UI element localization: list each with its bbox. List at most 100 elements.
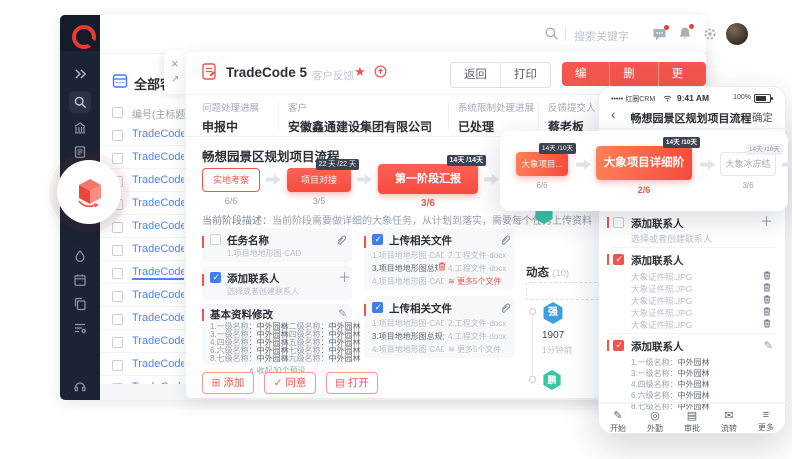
duration-badge: 14天 /10天 bbox=[746, 144, 783, 155]
row-checkbox[interactable] bbox=[112, 268, 123, 279]
delete-file-icon[interactable] bbox=[763, 319, 771, 328]
paperclip-icon[interactable] bbox=[500, 234, 510, 245]
delete-button[interactable]: 删除 bbox=[609, 62, 657, 86]
secondary-actions: 返回 打印 bbox=[450, 62, 551, 88]
search-input[interactable]: 搜索关键字 bbox=[574, 28, 629, 44]
record-link-selected[interactable]: TradeCode bbox=[132, 266, 184, 280]
open-button[interactable]: ▤ 打开 bbox=[326, 372, 378, 394]
record-link[interactable]: TradeCode bbox=[132, 174, 184, 186]
paperclip-icon[interactable] bbox=[500, 302, 510, 313]
row-checkbox[interactable] bbox=[112, 222, 123, 233]
expand-icon[interactable]: ↗ bbox=[171, 75, 179, 85]
customers-list-icon bbox=[112, 73, 128, 94]
tab-more[interactable]: ≡更多 bbox=[748, 409, 784, 433]
add-icon[interactable]: ＋ bbox=[338, 273, 351, 283]
back-button[interactable]: 返回 bbox=[451, 63, 500, 87]
delete-file-icon[interactable] bbox=[763, 307, 771, 316]
paperclip-icon[interactable] bbox=[336, 234, 346, 245]
row-checkbox[interactable] bbox=[112, 130, 123, 141]
tab-flow[interactable]: ✉流转 bbox=[711, 409, 747, 434]
contact-sub: 选择或者创建联系人 bbox=[227, 286, 345, 297]
delete-file-icon[interactable] bbox=[438, 262, 446, 271]
calendar-nav-icon[interactable] bbox=[73, 273, 87, 287]
tab-start[interactable]: ✎开始 bbox=[600, 409, 636, 434]
row-checkbox[interactable] bbox=[112, 291, 123, 302]
filter-list-nav-icon[interactable] bbox=[73, 321, 87, 335]
task-checkbox[interactable] bbox=[210, 234, 221, 245]
agree-button[interactable]: ✓ 同意 bbox=[264, 372, 316, 394]
duration-badge: 14天 /14天 bbox=[447, 155, 486, 166]
edit-pencil-icon[interactable]: ✎ bbox=[338, 307, 347, 320]
print-button[interactable]: 打印 bbox=[500, 63, 550, 87]
gear-icon[interactable] bbox=[703, 27, 717, 46]
pin-icon[interactable] bbox=[374, 65, 387, 83]
edit-button[interactable]: 编辑 bbox=[562, 62, 609, 86]
bell-icon[interactable] bbox=[678, 26, 692, 46]
phone-back-button[interactable]: ‹ bbox=[611, 106, 616, 122]
record-link[interactable]: TradeCode bbox=[132, 312, 184, 324]
delete-file-icon[interactable] bbox=[763, 283, 771, 292]
folder-icon: ▤ bbox=[674, 409, 710, 422]
add-icon[interactable]: ＋ bbox=[760, 217, 773, 227]
edit-pencil-icon[interactable]: ✎ bbox=[764, 339, 773, 352]
flow-step-current[interactable]: 第一阶段汇报14天 /14天 bbox=[378, 164, 478, 194]
search-nav-icon[interactable] bbox=[69, 91, 91, 113]
row-checkbox[interactable] bbox=[112, 245, 123, 256]
flow-arrow-icon bbox=[700, 159, 715, 170]
headset-nav-icon[interactable] bbox=[73, 379, 87, 393]
flow-step[interactable]: 实地考察 bbox=[202, 168, 260, 192]
task-item: 1.项目地地形图·CAD bbox=[227, 248, 345, 259]
record-link[interactable]: TradeCode bbox=[132, 197, 184, 209]
tab-approve[interactable]: ▤审批 bbox=[674, 409, 710, 434]
field-label: 系统限制处理进展 bbox=[458, 100, 534, 114]
select-all-checkbox[interactable] bbox=[112, 107, 123, 118]
user-avatar[interactable] bbox=[726, 23, 748, 45]
step-progress: 2/6 bbox=[596, 185, 692, 195]
contact-checkbox[interactable] bbox=[210, 272, 221, 283]
bank-nav-icon[interactable] bbox=[73, 121, 87, 135]
delete-file-icon[interactable] bbox=[763, 271, 771, 280]
more-files-link[interactable]: 更多5个文件 bbox=[448, 276, 501, 287]
add-button[interactable]: ⊞ 添加 bbox=[202, 372, 254, 394]
record-link[interactable]: TradeCode bbox=[132, 289, 184, 301]
file-item: 大象证件照.JPG bbox=[631, 295, 692, 307]
collapse-chevrons-icon[interactable] bbox=[73, 67, 87, 81]
tab-field[interactable]: ◎外勤 bbox=[637, 409, 673, 434]
copy-nav-icon[interactable] bbox=[73, 297, 87, 311]
phone-checkbox-checked[interactable] bbox=[613, 254, 624, 265]
record-link[interactable]: TradeCode bbox=[132, 243, 184, 255]
confirm-button[interactable]: 确定 bbox=[752, 110, 773, 125]
row-checkbox[interactable] bbox=[112, 337, 123, 348]
mobile-flow-step[interactable]: 大象冰冻结 14天 /10天 bbox=[720, 152, 776, 176]
phone-checkbox[interactable] bbox=[613, 217, 624, 228]
row-checkbox[interactable] bbox=[112, 360, 123, 371]
more-button[interactable]: 更多 bbox=[658, 62, 706, 86]
favorite-star-icon[interactable]: ★ bbox=[354, 64, 366, 80]
record-link[interactable]: TradeCode bbox=[132, 128, 184, 140]
upload-checkbox[interactable] bbox=[372, 302, 383, 313]
record-link[interactable]: TradeCode bbox=[132, 220, 184, 232]
field-value: 安徽鑫通建设集团有限公司 bbox=[288, 118, 432, 135]
field-value: 申报中 bbox=[202, 118, 259, 135]
product-bubble[interactable] bbox=[57, 160, 121, 224]
record-link[interactable]: TradeCode bbox=[132, 358, 184, 370]
drop-nav-icon[interactable] bbox=[73, 249, 87, 263]
record-link[interactable]: TradeCode bbox=[132, 151, 184, 163]
chat-icon[interactable] bbox=[652, 27, 667, 46]
flow-step[interactable]: 项目对接22 天 /22 天 bbox=[287, 168, 351, 192]
record-link[interactable]: TradeCode bbox=[132, 335, 184, 347]
document-nav-icon[interactable] bbox=[73, 145, 87, 159]
search-icon[interactable] bbox=[544, 26, 559, 46]
mobile-flow-step-current[interactable]: 大象项目详细阶 14天 /10天 bbox=[596, 146, 692, 180]
phone-checkbox-checked[interactable] bbox=[613, 340, 624, 351]
close-icon[interactable]: × bbox=[171, 57, 179, 70]
upload-checkbox[interactable] bbox=[372, 234, 383, 245]
mobile-flow-step[interactable]: 大象项目... 14天 /10天 bbox=[516, 152, 568, 176]
phone-section-title: 添加联系人 bbox=[631, 216, 684, 231]
row-checkbox[interactable] bbox=[112, 153, 123, 164]
row-checkbox[interactable] bbox=[112, 314, 123, 325]
detail-window-controls: × ↗ bbox=[164, 50, 188, 94]
more-files-link[interactable]: 更多5个文件 bbox=[448, 344, 501, 355]
delete-file-icon[interactable] bbox=[763, 295, 771, 304]
field: 客户 安徽鑫通建设集团有限公司 bbox=[288, 100, 432, 135]
